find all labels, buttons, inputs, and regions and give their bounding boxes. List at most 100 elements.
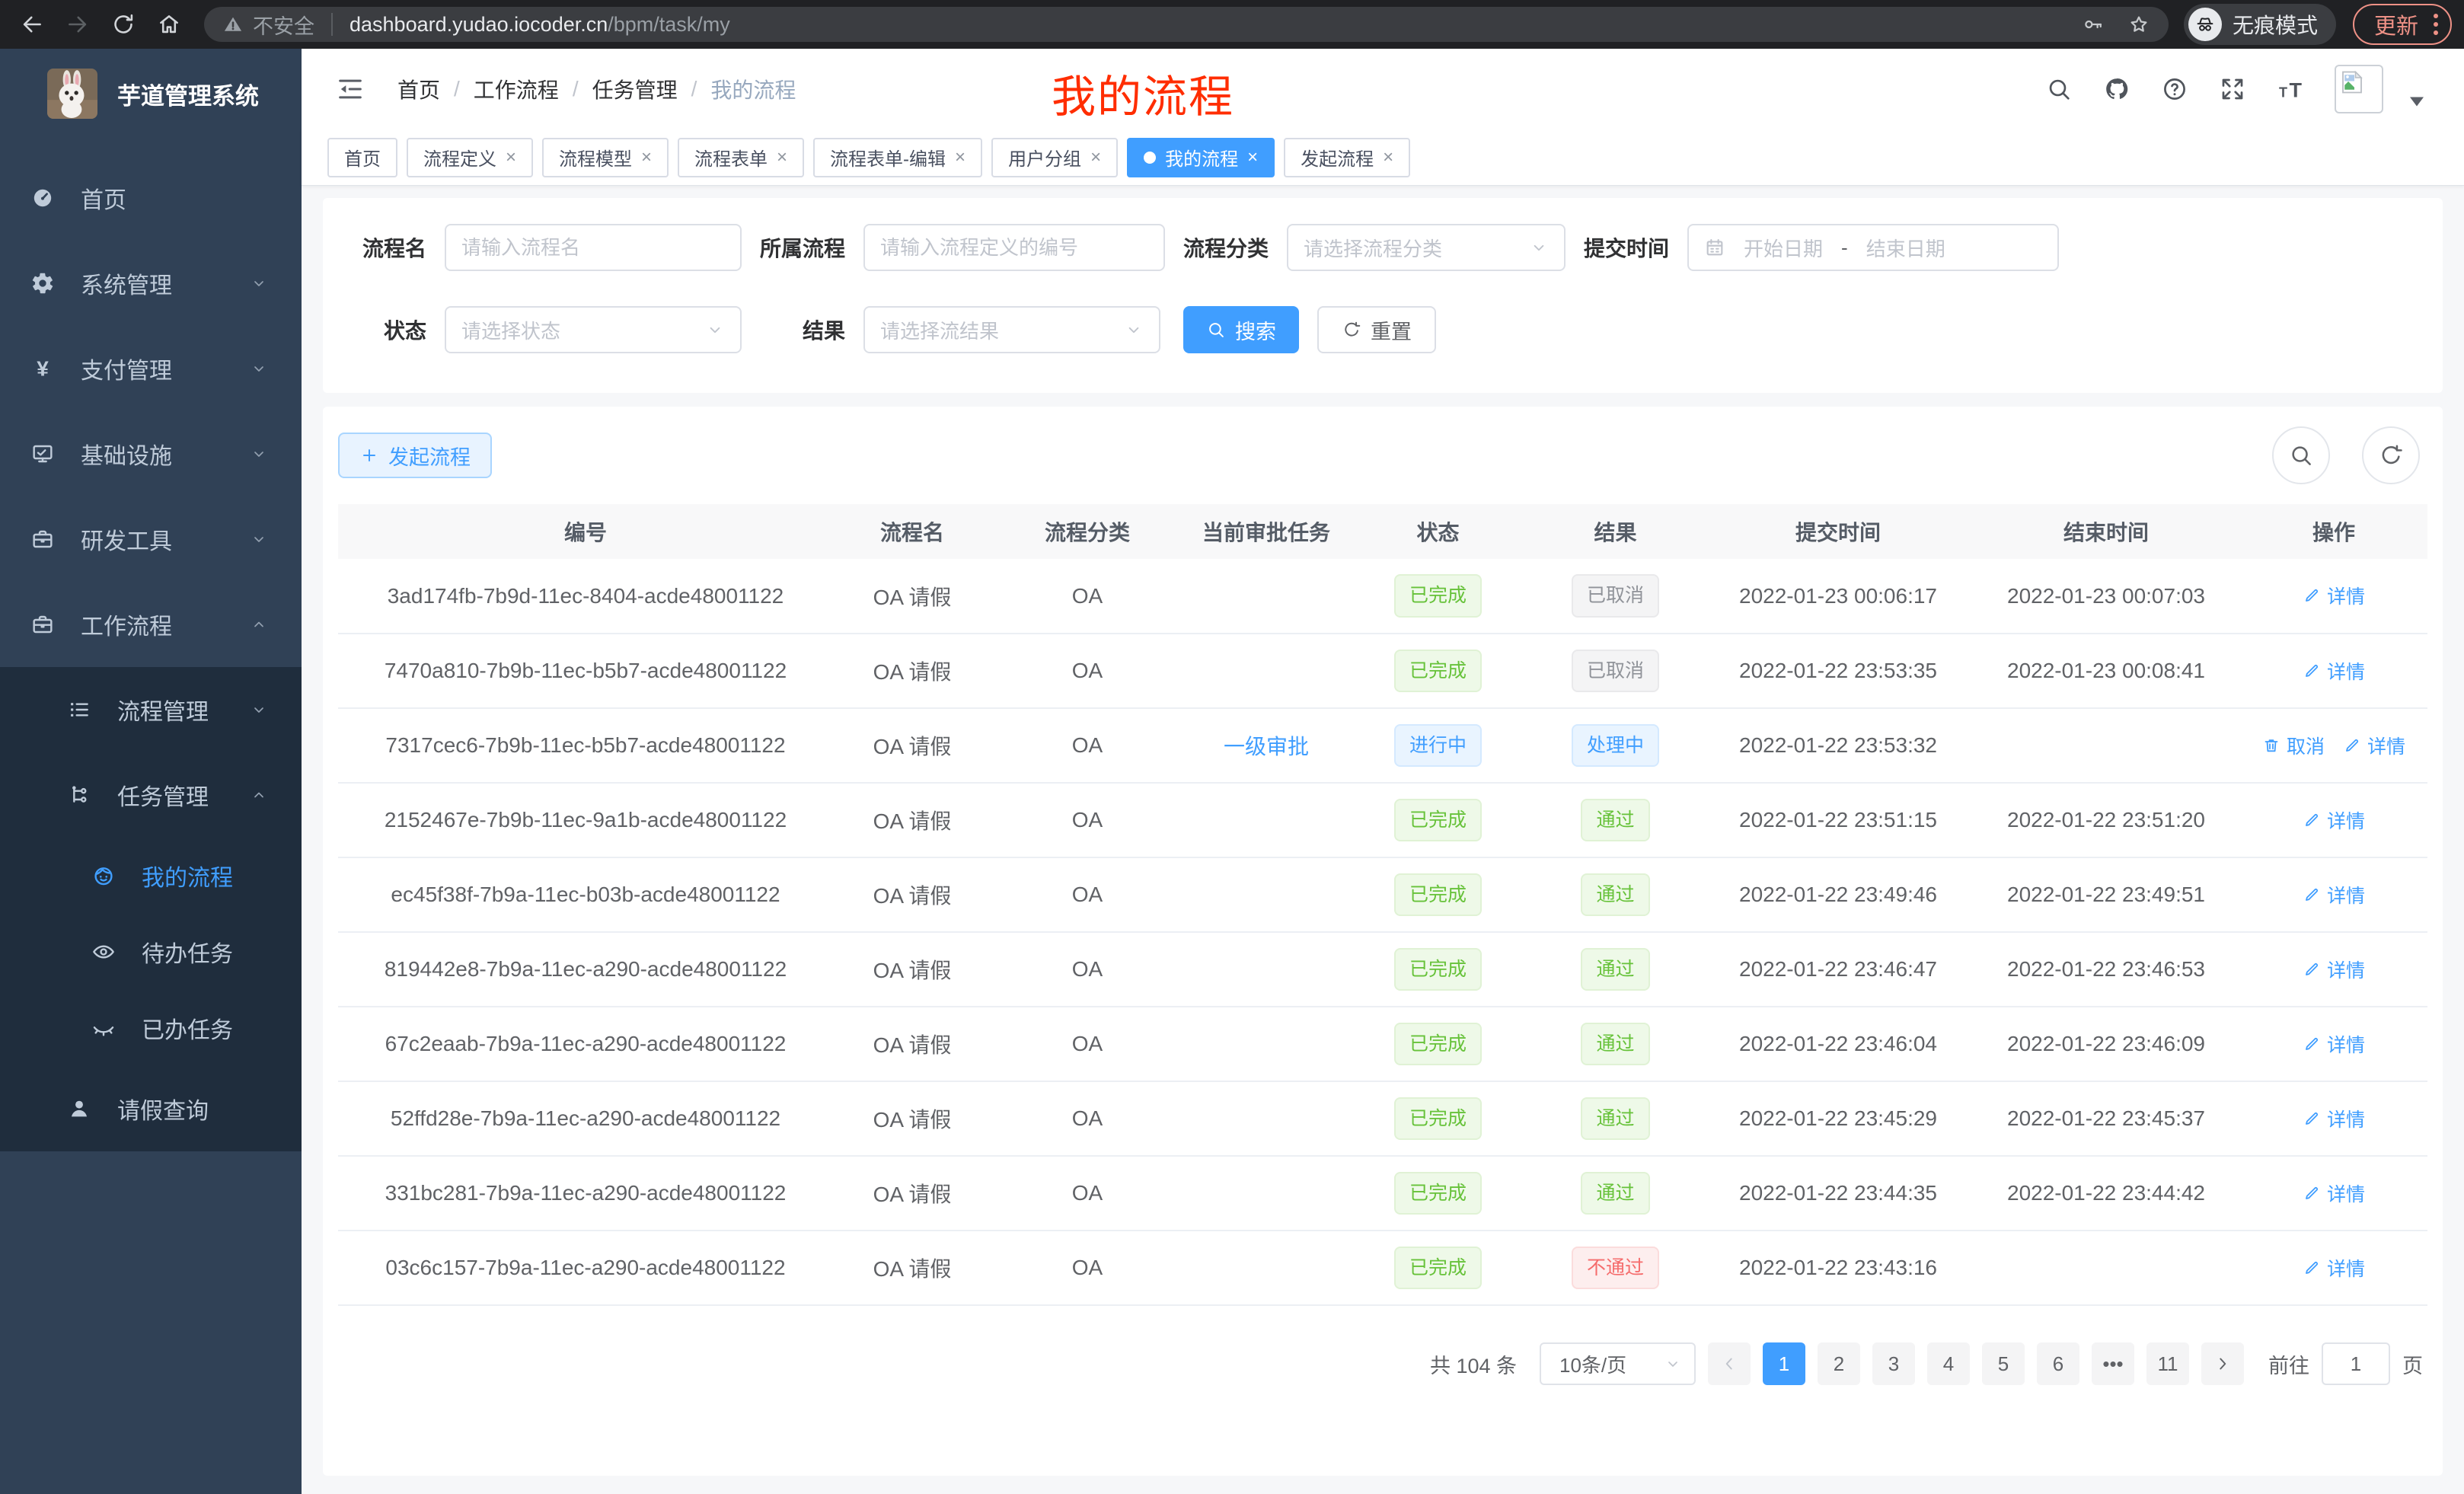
tab-close-icon[interactable]: × bbox=[777, 147, 787, 168]
cell-process-id: 2152467e-7b9b-11ec-9a1b-acde48001122 bbox=[338, 783, 833, 857]
page-button-4[interactable]: 4 bbox=[1927, 1342, 1970, 1385]
detail-action-link[interactable]: 详情 bbox=[2303, 1180, 2365, 1207]
page-button-2[interactable]: 2 bbox=[1818, 1342, 1860, 1385]
submit-time-range[interactable]: 开始日期 - 结束日期 bbox=[1687, 224, 2059, 271]
detail-action-link[interactable]: 详情 bbox=[2303, 1254, 2365, 1282]
tab-start-process[interactable]: 发起流程× bbox=[1284, 138, 1410, 177]
sidebar-item-devtools[interactable]: 研发工具 bbox=[0, 496, 302, 582]
status-select[interactable]: 请选择状态 bbox=[445, 306, 742, 353]
result-badge: 已取消 bbox=[1572, 574, 1659, 618]
fullscreen-icon[interactable] bbox=[2219, 75, 2246, 103]
start-process-button[interactable]: 发起流程 bbox=[338, 433, 492, 478]
cell-end-time: 2022-01-23 00:08:41 bbox=[1972, 634, 2240, 708]
page-button-5[interactable]: 5 bbox=[1982, 1342, 2025, 1385]
detail-action-link[interactable]: 详情 bbox=[2303, 881, 2365, 908]
detail-action-link[interactable]: 详情 bbox=[2303, 1030, 2365, 1058]
tab-process-form[interactable]: 流程表单× bbox=[678, 138, 804, 177]
sidebar-item-system[interactable]: 系统管理 bbox=[0, 241, 302, 326]
sidebar-item-task-mgmt[interactable]: 任务管理 bbox=[0, 752, 302, 838]
tab-my-process[interactable]: 我的流程× bbox=[1127, 138, 1275, 177]
breadcrumb-item[interactable]: 首页 bbox=[397, 74, 440, 104]
tab-process-definition[interactable]: 流程定义× bbox=[407, 138, 533, 177]
url-text: dashboard.yudao.iocoder.cn/bpm/task/my bbox=[349, 13, 730, 37]
start-process-label: 发起流程 bbox=[388, 441, 471, 471]
reset-button[interactable]: 重置 bbox=[1317, 306, 1436, 353]
tab-close-icon[interactable]: × bbox=[506, 147, 516, 168]
status-badge: 进行中 bbox=[1394, 724, 1482, 768]
detail-action-link[interactable]: 详情 bbox=[2303, 657, 2365, 685]
github-icon[interactable] bbox=[2103, 75, 2130, 103]
sidebar-item-leave-query[interactable]: 请假查询 bbox=[0, 1066, 302, 1151]
sidebar-item-done-tasks[interactable]: 已办任务 bbox=[0, 990, 302, 1066]
browser-back-icon[interactable] bbox=[12, 5, 52, 44]
category-select[interactable]: 请选择流程分类 bbox=[1287, 224, 1566, 271]
cancel-action-link[interactable]: 取消 bbox=[2262, 732, 2325, 759]
detail-action-link[interactable]: 详情 bbox=[2303, 956, 2365, 983]
status-placeholder: 请选择状态 bbox=[461, 316, 560, 344]
goto-page-input[interactable] bbox=[2322, 1342, 2390, 1385]
font-size-icon[interactable]: TT bbox=[2277, 75, 2304, 103]
sidebar-item-infra[interactable]: 基础设施 bbox=[0, 411, 302, 496]
prev-page-button[interactable] bbox=[1708, 1342, 1751, 1385]
search-button[interactable]: 搜索 bbox=[1183, 306, 1299, 353]
help-icon[interactable] bbox=[2161, 75, 2188, 103]
key-icon[interactable] bbox=[2082, 13, 2105, 36]
sidebar-item-my-process[interactable]: 我的流程 bbox=[0, 838, 302, 914]
page-button-3[interactable]: 3 bbox=[1872, 1342, 1915, 1385]
sidebar-collapse-icon[interactable] bbox=[335, 74, 365, 104]
detail-action-link[interactable]: 详情 bbox=[2303, 1105, 2365, 1132]
page-button-11[interactable]: 11 bbox=[2146, 1342, 2189, 1385]
table-row: 03c6c157-7b9a-11ec-a290-acde48001122OA 请… bbox=[338, 1231, 2427, 1305]
tab-user-group[interactable]: 用户分组× bbox=[991, 138, 1118, 177]
update-button[interactable]: 更新 bbox=[2353, 4, 2452, 45]
browser-reload-icon[interactable] bbox=[104, 5, 143, 44]
current-task-link[interactable]: 一级审批 bbox=[1224, 735, 1309, 758]
refresh-table-button[interactable] bbox=[2362, 426, 2420, 484]
result-select[interactable]: 请选择流结果 bbox=[863, 306, 1160, 353]
next-page-button[interactable] bbox=[2201, 1342, 2244, 1385]
table-row: 67c2eaab-7b9a-11ec-a290-acde48001122OA 请… bbox=[338, 1007, 2427, 1081]
page-button-1[interactable]: 1 bbox=[1763, 1342, 1805, 1385]
result-label: 结果 bbox=[742, 314, 863, 345]
sidebar-item-todo-tasks[interactable]: 待办任务 bbox=[0, 914, 302, 990]
result-badge: 通过 bbox=[1581, 873, 1649, 917]
page-size-select[interactable]: 10条/页 bbox=[1540, 1342, 1696, 1385]
address-bar[interactable]: 不安全 dashboard.yudao.iocoder.cn/bpm/task/… bbox=[204, 7, 2169, 42]
page-ellipsis[interactable]: ••• bbox=[2092, 1342, 2134, 1385]
sidebar-item-home[interactable]: 首页 bbox=[0, 155, 302, 241]
detail-action-link[interactable]: 详情 bbox=[2303, 582, 2365, 609]
sidebar-item-payment[interactable]: ¥支付管理 bbox=[0, 326, 302, 411]
tab-close-icon[interactable]: × bbox=[955, 147, 965, 168]
toggle-search-button[interactable] bbox=[2272, 426, 2330, 484]
app-logo-row[interactable]: 芋道管理系统 bbox=[0, 49, 302, 139]
bookmark-star-icon[interactable] bbox=[2127, 13, 2150, 36]
tab-close-icon[interactable]: × bbox=[641, 147, 652, 168]
tab-close-icon[interactable]: × bbox=[1247, 147, 1258, 168]
avatar-caret-icon[interactable] bbox=[2403, 87, 2430, 114]
browser-forward-icon[interactable] bbox=[58, 5, 97, 44]
tab-close-icon[interactable]: × bbox=[1383, 147, 1393, 168]
parent-process-input[interactable] bbox=[863, 224, 1165, 271]
goto-label: 前往 bbox=[2268, 1349, 2309, 1379]
detail-action-link[interactable]: 详情 bbox=[2343, 732, 2405, 759]
page-button-6[interactable]: 6 bbox=[2037, 1342, 2079, 1385]
security-status[interactable]: 不安全 bbox=[222, 10, 314, 40]
sidebar-item-workflow[interactable]: 工作流程 bbox=[0, 582, 302, 667]
tab-close-icon[interactable]: × bbox=[1090, 147, 1101, 168]
sidebar-item-label: 已办任务 bbox=[142, 1011, 233, 1045]
breadcrumb-item[interactable]: 工作流程 bbox=[474, 74, 559, 104]
breadcrumb-item[interactable]: 任务管理 bbox=[592, 74, 678, 104]
detail-action-link[interactable]: 详情 bbox=[2303, 806, 2365, 834]
tab-process-form-edit[interactable]: 流程表单-编辑× bbox=[813, 138, 982, 177]
process-name-input[interactable] bbox=[445, 224, 742, 271]
avatar[interactable] bbox=[2335, 65, 2383, 113]
search-icon bbox=[2288, 442, 2314, 468]
browser-home-icon[interactable] bbox=[149, 5, 189, 44]
browser-menu-icon[interactable] bbox=[2434, 14, 2438, 35]
search-icon[interactable] bbox=[2045, 75, 2073, 103]
sidebar-item-process-mgmt[interactable]: 流程管理 bbox=[0, 667, 302, 752]
cell-status: 已完成 bbox=[1349, 559, 1527, 634]
chevron-down-icon bbox=[1664, 1355, 1682, 1373]
tab-home[interactable]: 首页 bbox=[327, 138, 397, 177]
tab-process-model[interactable]: 流程模型× bbox=[542, 138, 669, 177]
